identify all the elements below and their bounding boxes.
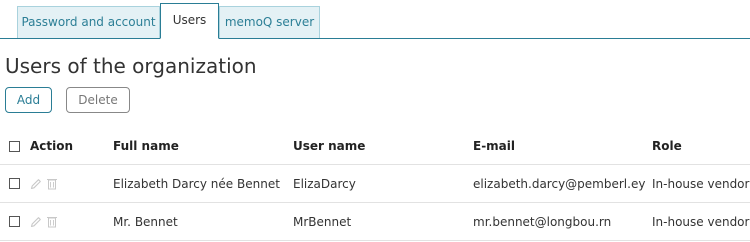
- table-header-row: Action Full name User name E-mail Role: [0, 128, 750, 165]
- table-row: Elizabeth Darcy née Bennet ElizaDarcy el…: [0, 165, 750, 203]
- add-button[interactable]: Add: [5, 87, 52, 113]
- select-all-checkbox-cell: [9, 128, 20, 164]
- row-actions: [30, 203, 58, 240]
- cell-user-name: ElizaDarcy: [293, 176, 356, 191]
- tab-memoq-server[interactable]: memoQ server: [219, 6, 320, 39]
- cell-email: elizabeth.darcy@pemberl.ey: [473, 176, 646, 191]
- column-header-action: Action: [30, 139, 74, 153]
- cell-full-name: Elizabeth Darcy née Bennet: [113, 176, 280, 191]
- row-checkbox[interactable]: [9, 216, 20, 227]
- column-header-full-name[interactable]: Full name: [113, 128, 179, 164]
- page-title: Users of the organization: [5, 54, 257, 78]
- trash-icon[interactable]: [46, 215, 58, 228]
- tab-bar: Password and account Users memoQ server: [0, 0, 750, 39]
- trash-icon[interactable]: [46, 177, 58, 190]
- cell-user-name: MrBennet: [293, 214, 352, 229]
- column-header-role[interactable]: Role: [652, 128, 682, 164]
- select-all-checkbox[interactable]: [9, 140, 20, 152]
- pencil-icon[interactable]: [30, 216, 42, 228]
- row-checkbox[interactable]: [9, 178, 20, 189]
- row-checkbox-cell: [9, 165, 20, 202]
- delete-button[interactable]: Delete: [66, 87, 130, 113]
- pencil-icon[interactable]: [30, 178, 42, 190]
- table-row: Mr. Bennet MrBennet mr.bennet@longbou.rn…: [0, 203, 750, 241]
- row-checkbox-cell: [9, 203, 20, 240]
- cell-role: In-house vendor: [652, 214, 750, 229]
- tab-bar-divider: [0, 38, 750, 39]
- tab-password-and-account[interactable]: Password and account: [17, 6, 160, 39]
- column-header-email[interactable]: E-mail: [473, 128, 515, 164]
- row-actions: [30, 165, 58, 202]
- cell-role: In-house vendor: [652, 176, 750, 191]
- column-header-user-name[interactable]: User name: [293, 128, 365, 164]
- tab-users[interactable]: Users: [160, 3, 219, 39]
- cell-email: mr.bennet@longbou.rn: [473, 214, 612, 229]
- users-table: Action Full name User name E-mail Role E…: [0, 128, 750, 241]
- cell-full-name: Mr. Bennet: [113, 214, 178, 229]
